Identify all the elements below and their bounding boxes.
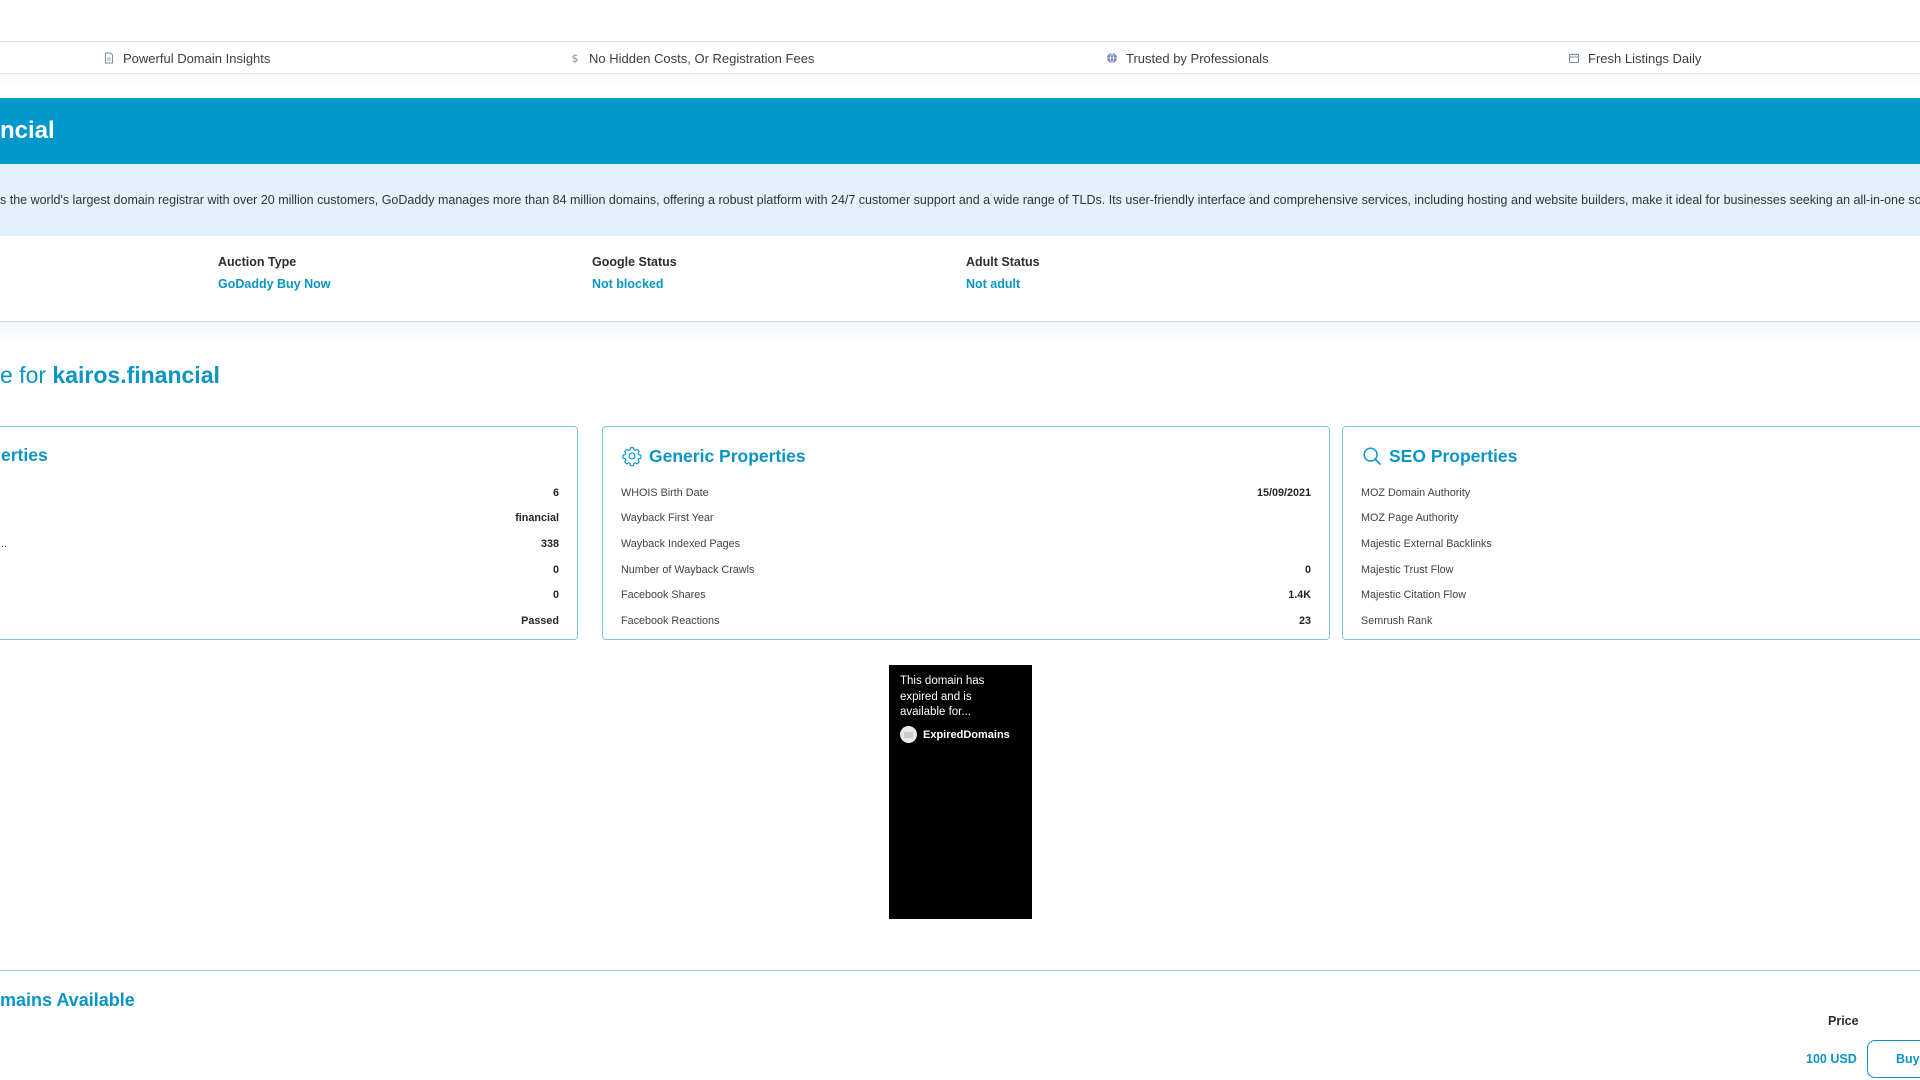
domain-title: ncial bbox=[0, 117, 55, 144]
row-value: 6 bbox=[552, 486, 559, 499]
expired-domains-logo-icon bbox=[900, 726, 917, 743]
dollar-icon: $ bbox=[569, 52, 581, 64]
properties-card: erties 6 financial .. 338 0 0 Passed bbox=[0, 426, 578, 640]
row-value: financial bbox=[515, 512, 559, 525]
row-label: WHOIS Birth Date bbox=[621, 486, 709, 499]
feature-no-hidden-costs: $ No Hidden Costs, Or Registration Fees bbox=[569, 42, 815, 74]
auction-type: Auction Type GoDaddy Buy Now bbox=[218, 255, 331, 291]
row-label: Number of Wayback Crawls bbox=[621, 563, 755, 576]
properties-row: 0 bbox=[1, 582, 559, 608]
domain-status-row: Auction Type GoDaddy Buy Now Google Stat… bbox=[0, 236, 1920, 322]
adult-status-label: Adult Status bbox=[966, 255, 1040, 269]
auction-type-label: Auction Type bbox=[218, 255, 297, 269]
preview-brand: ExpiredDomains bbox=[900, 726, 1010, 743]
row-label: Majestic Citation Flow bbox=[1361, 589, 1467, 602]
google-status: Google Status Not blocked bbox=[592, 255, 677, 291]
seo-row-moz-domain: MOZ Domain Authority bbox=[1361, 480, 1920, 506]
preview-brand-name: ExpiredDomains bbox=[923, 728, 1010, 741]
properties-card-title: erties bbox=[1, 445, 48, 465]
price-column-header: Price bbox=[1828, 1014, 1859, 1028]
section-heading: e for kairos.financial bbox=[0, 362, 220, 389]
google-status-label: Google Status bbox=[592, 255, 677, 269]
properties-row: financial bbox=[1, 506, 559, 532]
generic-properties-card: Generic Properties WHOIS Birth Date 15/09… bbox=[602, 426, 1330, 640]
row-label: Facebook Shares bbox=[621, 589, 706, 602]
price-value: 100 USD bbox=[1806, 1052, 1857, 1066]
domain-preview-thumbnail[interactable]: This domain has expired and is available… bbox=[889, 665, 1032, 919]
generic-row-wayback-pages: Wayback Indexed Pages bbox=[621, 531, 1311, 557]
feature-fresh-listings: Fresh Listings Daily bbox=[1568, 42, 1701, 74]
seo-properties-title-row: SEO Properties bbox=[1361, 445, 1517, 467]
adult-status-value: Not adult bbox=[966, 277, 1021, 291]
properties-row: 6 bbox=[1, 480, 559, 506]
row-value: Passed bbox=[521, 614, 559, 627]
generic-properties-rows: WHOIS Birth Date 15/09/2021 Wayback First… bbox=[621, 480, 1311, 634]
row-label: Wayback First Year bbox=[621, 512, 714, 525]
row-label: Facebook Reactions bbox=[621, 614, 720, 627]
row-label: .. bbox=[1, 537, 7, 550]
adult-status: Adult Status Not adult bbox=[966, 255, 1040, 291]
calendar-icon bbox=[1568, 52, 1580, 64]
google-status-value: Not blocked bbox=[592, 277, 664, 291]
generic-row-facebook-shares: Facebook Shares 1.4K bbox=[621, 582, 1311, 608]
generic-properties-title: Generic Properties bbox=[649, 445, 806, 466]
row-label: Majestic Trust Flow bbox=[1361, 563, 1454, 576]
properties-card-rows: 6 financial .. 338 0 0 Passed bbox=[1, 480, 559, 634]
feature-label: Fresh Listings Daily bbox=[1588, 50, 1702, 66]
generic-row-wayback-crawls: Number of Wayback Crawls 0 bbox=[621, 557, 1311, 583]
buy-button[interactable]: Buy bbox=[1867, 1040, 1920, 1078]
properties-row: .. 338 bbox=[1, 531, 559, 557]
properties-row: 0 bbox=[1, 557, 559, 583]
generic-row-wayback-year: Wayback First Year bbox=[621, 506, 1311, 532]
row-value: 338 bbox=[540, 537, 559, 550]
row-label: MOZ Page Authority bbox=[1361, 512, 1459, 525]
row-value: 23 bbox=[1298, 614, 1311, 627]
seo-properties-card: SEO Properties MOZ Domain Authority MOZ … bbox=[1342, 426, 1920, 640]
generic-properties-title-row: Generic Properties bbox=[621, 445, 806, 467]
row-value: 15/09/2021 bbox=[1256, 486, 1311, 499]
seo-row-semrush: Semrush Rank bbox=[1361, 608, 1920, 634]
section-heading-domain: kairos.financial bbox=[52, 362, 220, 388]
row-label: MOZ Domain Authority bbox=[1361, 486, 1471, 499]
feature-trusted: Trusted by Professionals bbox=[1106, 42, 1269, 74]
status-row-shadow bbox=[0, 322, 1920, 346]
seo-properties-rows: MOZ Domain Authority MOZ Page Authority … bbox=[1361, 480, 1920, 634]
top-navbar bbox=[0, 0, 1920, 42]
globe-icon bbox=[1106, 52, 1118, 64]
row-value: 0 bbox=[552, 563, 559, 576]
section-divider bbox=[0, 970, 1920, 971]
row-value: 1.4K bbox=[1288, 589, 1311, 602]
feature-label: Powerful Domain Insights bbox=[123, 50, 271, 66]
feature-domain-insights: Powerful Domain Insights bbox=[103, 42, 270, 74]
seo-row-majestic-trust: Majestic Trust Flow bbox=[1361, 557, 1920, 583]
row-label: Semrush Rank bbox=[1361, 614, 1433, 627]
row-label: Wayback Indexed Pages bbox=[621, 537, 741, 550]
domain-hero-banner: ncial bbox=[0, 98, 1920, 164]
document-icon bbox=[103, 52, 115, 64]
row-value: 0 bbox=[1304, 563, 1311, 576]
section-heading-prefix: e for bbox=[0, 362, 53, 388]
feature-strip-shadow bbox=[0, 74, 1920, 86]
row-label: Majestic External Backlinks bbox=[1361, 537, 1492, 550]
feature-label: No Hidden Costs, Or Registration Fees bbox=[589, 50, 815, 66]
properties-row: Passed bbox=[1, 608, 559, 634]
generic-row-facebook-reactions: Facebook Reactions 23 bbox=[621, 608, 1311, 634]
seo-row-majestic-citation: Majestic Citation Flow bbox=[1361, 582, 1920, 608]
feature-label: Trusted by Professionals bbox=[1126, 50, 1269, 66]
registrar-description: s the world's largest domain registrar w… bbox=[0, 164, 1920, 236]
available-domains-heading: mains Available bbox=[0, 990, 135, 1010]
registrar-description-text: s the world's largest domain registrar w… bbox=[0, 193, 1920, 207]
row-value: 0 bbox=[552, 589, 559, 602]
seo-row-majestic-backlinks: Majestic External Backlinks bbox=[1361, 531, 1920, 557]
feature-strip: Powerful Domain Insights $ No Hidden Cos… bbox=[0, 42, 1920, 74]
auction-type-value[interactable]: GoDaddy Buy Now bbox=[218, 277, 331, 291]
gear-icon bbox=[621, 445, 643, 467]
search-icon bbox=[1361, 445, 1383, 467]
seo-properties-title: SEO Properties bbox=[1389, 445, 1518, 466]
svg-text:$: $ bbox=[572, 52, 579, 64]
seo-row-moz-page: MOZ Page Authority bbox=[1361, 506, 1920, 532]
generic-row-whois: WHOIS Birth Date 15/09/2021 bbox=[621, 480, 1311, 506]
page: Powerful Domain Insights $ No Hidden Cos… bbox=[0, 0, 1920, 1080]
preview-text: This domain has expired and is available… bbox=[900, 675, 985, 718]
